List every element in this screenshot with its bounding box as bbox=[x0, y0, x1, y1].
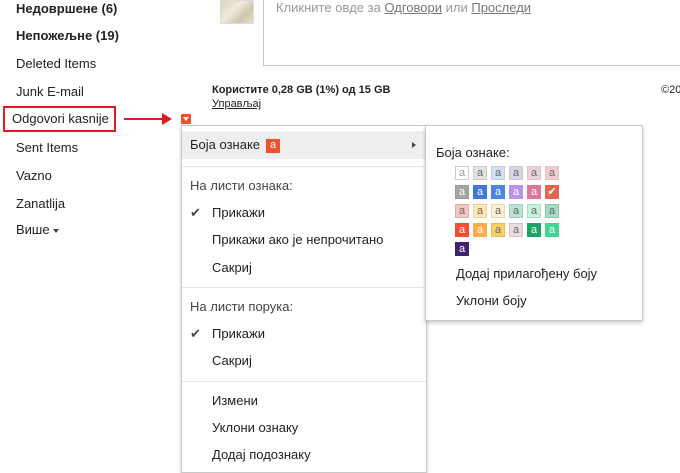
menu-item-show-if-unread[interactable]: Прикажи ако је непрочитано bbox=[182, 226, 426, 254]
color-swatch[interactable]: a bbox=[527, 185, 541, 199]
color-swatch[interactable]: a bbox=[491, 223, 505, 237]
color-swatch[interactable]: a bbox=[455, 242, 469, 256]
menu-item-label-color-text: Боја ознаке a bbox=[190, 131, 281, 159]
menu-item-show2-text: Прикажи bbox=[212, 326, 265, 341]
menu-item-show-text: Прикажи bbox=[212, 205, 265, 220]
color-swatch[interactable]: a bbox=[509, 204, 523, 218]
reply-prompt-prefix: Кликните овде за bbox=[276, 0, 385, 15]
submenu-title: Боја ознаке: bbox=[436, 145, 510, 160]
annotation-arrow-line bbox=[124, 118, 164, 120]
label-options-dropdown-button[interactable] bbox=[181, 114, 191, 124]
color-swatch[interactable]: a bbox=[491, 185, 505, 199]
remove-color-link[interactable]: Уклони боју bbox=[456, 293, 527, 308]
color-swatch[interactable]: a bbox=[473, 166, 487, 180]
color-swatch[interactable]: a bbox=[509, 166, 523, 180]
sidebar-item-deleted-items[interactable]: Deleted Items bbox=[16, 56, 96, 71]
menu-item-hide-text: Сакриј bbox=[212, 260, 252, 275]
sidebar-item-sent-items[interactable]: Sent Items bbox=[16, 140, 78, 155]
chevron-down-icon bbox=[52, 228, 59, 233]
menu-header-label-list-text: На листи ознака: bbox=[190, 178, 293, 193]
avatar bbox=[220, 0, 254, 24]
sidebar-item-spam[interactable]: Непожељне (19) bbox=[16, 28, 119, 43]
reply-link[interactable]: Одговори bbox=[384, 0, 442, 15]
menu-item-add-sublabel-text: Додај подознаку bbox=[212, 447, 311, 462]
copyright-text: ©20 bbox=[661, 84, 680, 96]
sidebar-item-vazno[interactable]: Vazno bbox=[16, 168, 52, 183]
add-custom-color-link[interactable]: Додај прилагођену боју bbox=[456, 266, 597, 281]
label-color-submenu: Боја ознаке: a a a a a a a a a a a ✔ a a a a a a a a a a a a a Д… bbox=[425, 125, 643, 321]
more-label: Више bbox=[16, 222, 50, 237]
color-swatch[interactable]: a bbox=[473, 204, 487, 218]
quick-reply-box[interactable]: Кликните овде за Одговори или Проследи bbox=[263, 0, 680, 66]
menu-item-label-color[interactable]: Боја ознаке a bbox=[182, 131, 426, 159]
menu-item-edit[interactable]: Измени bbox=[182, 387, 426, 415]
sidebar-item-more[interactable]: Више bbox=[16, 222, 59, 237]
menu-divider bbox=[182, 381, 426, 382]
color-swatch[interactable]: a bbox=[545, 223, 559, 237]
menu-item-hide2-text: Сакриј bbox=[212, 353, 252, 368]
menu-header-message-list: На листи порука: bbox=[182, 293, 426, 321]
annotation-arrow-head bbox=[162, 113, 172, 125]
color-swatch[interactable]: a bbox=[527, 223, 541, 237]
sidebar-item-drafts[interactable]: Недовршене (6) bbox=[16, 1, 117, 16]
color-swatch[interactable]: a bbox=[455, 204, 469, 218]
label-options-menu: Боја ознаке a На листи ознака: ✔ Прикажи … bbox=[181, 125, 427, 473]
sidebar-item-zanatlija[interactable]: Zanatlija bbox=[16, 196, 65, 211]
color-swatch[interactable]: a bbox=[455, 185, 469, 199]
manage-storage-link[interactable]: Управљај bbox=[212, 98, 261, 110]
color-swatch[interactable]: a bbox=[491, 166, 505, 180]
forward-link[interactable]: Проследи bbox=[471, 0, 531, 15]
menu-item-remove-label[interactable]: Уклони ознаку bbox=[182, 414, 426, 442]
color-swatch[interactable]: a bbox=[473, 185, 487, 199]
label-color-badge: a bbox=[266, 139, 281, 153]
menu-item-show-in-message-list[interactable]: ✔ Прикажи bbox=[182, 320, 426, 348]
sidebar-item-odgovori-kasnije[interactable]: Odgovori kasnije bbox=[3, 106, 116, 132]
checkmark-icon: ✔ bbox=[190, 326, 201, 341]
menu-item-remove-label-text: Уклони ознаку bbox=[212, 420, 299, 435]
menu-item-hide-in-label-list[interactable]: Сакриј bbox=[182, 254, 426, 282]
checkmark-icon: ✔ bbox=[190, 205, 201, 220]
color-swatch[interactable]: a bbox=[509, 223, 523, 237]
menu-header-label-list: На листи ознака: bbox=[182, 172, 426, 200]
color-swatch[interactable]: a bbox=[455, 223, 469, 237]
color-swatch[interactable]: a bbox=[527, 204, 541, 218]
color-swatch[interactable]: a bbox=[473, 223, 487, 237]
reply-prompt-middle: или bbox=[442, 0, 472, 15]
menu-item-show-if-unread-text: Прикажи ако је непрочитано bbox=[212, 232, 384, 247]
color-swatch[interactable]: a bbox=[509, 185, 523, 199]
menu-divider bbox=[182, 287, 426, 288]
sidebar-item-junk-email[interactable]: Junk E-mail bbox=[16, 84, 84, 99]
menu-item-show-in-label-list[interactable]: ✔ Прикажи bbox=[182, 199, 426, 227]
color-swatch[interactable]: a bbox=[545, 204, 559, 218]
chevron-right-icon bbox=[412, 142, 416, 148]
menu-header-message-list-text: На листи порука: bbox=[190, 299, 294, 314]
menu-item-edit-text: Измени bbox=[212, 393, 258, 408]
storage-usage: Користите 0,28 GB (1%) од 15 GB bbox=[212, 84, 391, 96]
menu-item-add-sublabel[interactable]: Додај подознаку bbox=[182, 441, 426, 469]
menu-item-hide-in-message-list[interactable]: Сакриј bbox=[182, 347, 426, 375]
color-swatch[interactable]: a bbox=[491, 204, 505, 218]
color-swatch[interactable]: a bbox=[545, 166, 559, 180]
label-color-text: Боја ознаке bbox=[190, 137, 261, 152]
color-swatch[interactable]: a bbox=[527, 166, 541, 180]
color-swatch[interactable]: a bbox=[455, 166, 469, 180]
color-swatch[interactable]: ✔ bbox=[545, 185, 559, 199]
menu-divider bbox=[182, 166, 426, 167]
reply-prompt: Кликните овде за Одговори или Проследи bbox=[276, 0, 531, 15]
